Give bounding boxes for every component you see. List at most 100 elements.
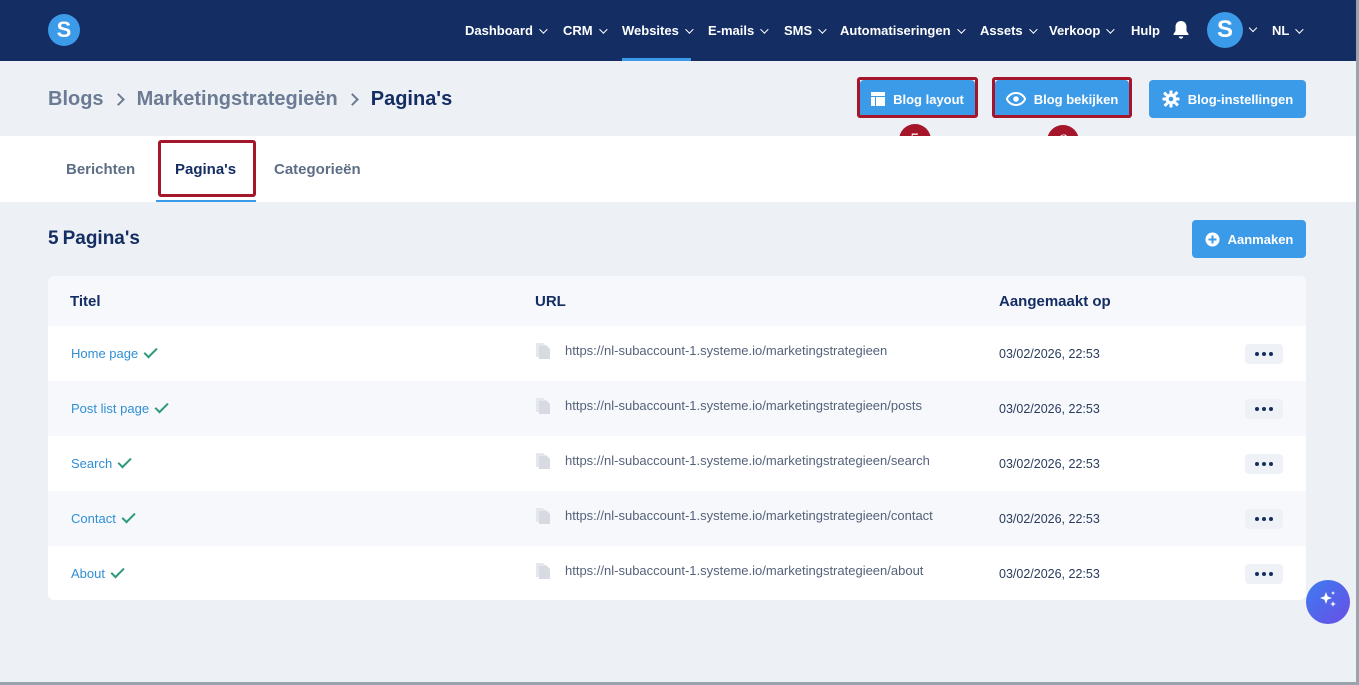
page-count-title: 5 Pagina's (48, 228, 140, 250)
page-count-label: Pagina's (62, 228, 140, 249)
copy-icon[interactable] (535, 397, 551, 415)
nav-item-crm[interactable]: CRM (563, 0, 608, 61)
blog-layout-button[interactable]: Blog layout (860, 80, 975, 118)
check-icon (143, 344, 158, 359)
page-title-link[interactable]: Home page (71, 346, 138, 361)
layout-icon (871, 92, 886, 106)
tab-posts[interactable]: Berichten (66, 136, 135, 202)
copy-icon[interactable] (535, 562, 551, 580)
nav-item-emails[interactable]: E-mails (708, 0, 769, 61)
chevron-down-icon (760, 24, 769, 34)
row-actions-button[interactable] (1245, 344, 1283, 364)
blog-settings-button[interactable]: Blog-instellingen (1149, 80, 1306, 118)
plus-circle-icon (1205, 232, 1220, 247)
create-label: Aanmaken (1227, 231, 1294, 247)
check-icon (121, 509, 136, 524)
column-header-url: URL (535, 292, 566, 310)
nav-item-assets[interactable]: Assets (980, 0, 1038, 61)
tab-categories[interactable]: Categorieën (274, 136, 361, 202)
column-header-title: Titel (70, 292, 101, 310)
chevron-right-icon (111, 93, 125, 106)
nav-item-sales[interactable]: Verkoop (1049, 0, 1115, 61)
nav-label: Dashboard (465, 23, 533, 38)
chevron-down-icon (598, 24, 608, 34)
active-tab-indicator (156, 200, 256, 202)
nav-label: Hulp (1131, 23, 1160, 38)
nav-item-dashboard[interactable]: Dashboard (465, 0, 548, 61)
bell-icon[interactable] (1172, 20, 1190, 40)
tab-bar: Berichten Pagina's Categorieën (0, 136, 1359, 202)
nav-item-help[interactable]: Hulp (1131, 0, 1160, 61)
chevron-down-icon (539, 24, 548, 34)
page-title-link[interactable]: About (71, 566, 105, 581)
row-actions-button[interactable] (1245, 509, 1283, 529)
page-url: https://nl-subaccount-1.systeme.io/marke… (565, 343, 888, 358)
chevron-down-icon (1028, 24, 1038, 34)
nav-label: Websites (622, 23, 679, 38)
create-button[interactable]: Aanmaken (1192, 220, 1306, 258)
column-header-created: Aangemaakt op (999, 292, 1111, 310)
copy-icon[interactable] (535, 452, 551, 470)
language-label: NL (1272, 23, 1290, 38)
page-title-link[interactable]: Post list page (71, 401, 149, 416)
page-title-link[interactable]: Contact (71, 511, 116, 526)
nav-item-sms[interactable]: SMS (784, 0, 827, 61)
table-row: About https://nl-subaccount-1.systeme.io… (48, 546, 1306, 600)
nav-label: SMS (784, 23, 813, 38)
sparkle-icon (1317, 589, 1339, 616)
breadcrumb: Blogs Marketingstrategieën Pagina's (48, 88, 452, 111)
chevron-down-icon (1295, 24, 1305, 34)
tab-pages[interactable]: Pagina's (175, 136, 236, 202)
pages-table: Titel URL Aangemaakt op Home page https:… (48, 276, 1306, 600)
page-count: 5 (48, 228, 59, 249)
copy-icon[interactable] (535, 507, 551, 525)
table-row: Home page https://nl-subaccount-1.system… (48, 326, 1306, 381)
nav-item-automations[interactable]: Automatiseringen (840, 0, 966, 61)
nav-label: E-mails (708, 23, 755, 38)
check-icon (154, 399, 169, 414)
table-row: Search https://nl-subaccount-1.systeme.i… (48, 436, 1306, 491)
blog-view-button[interactable]: Blog bekijken (995, 80, 1129, 118)
created-date: 03/02/2026, 22:53 (999, 456, 1100, 471)
created-date: 03/02/2026, 22:53 (999, 566, 1100, 581)
created-date: 03/02/2026, 22:53 (999, 401, 1100, 416)
page-title-link[interactable]: Search (71, 456, 112, 471)
avatar[interactable]: S (1207, 12, 1243, 48)
gear-icon (1162, 90, 1180, 108)
eye-icon (1005, 92, 1026, 106)
row-actions-button[interactable] (1245, 564, 1283, 584)
blog-settings-label: Blog-instellingen (1187, 91, 1294, 107)
ai-assistant-button[interactable] (1306, 580, 1350, 624)
nav-label: Verkoop (1049, 23, 1101, 38)
created-date: 03/02/2026, 22:53 (999, 346, 1100, 361)
page-url: https://nl-subaccount-1.systeme.io/marke… (565, 453, 930, 468)
row-actions-button[interactable] (1245, 454, 1283, 474)
chevron-right-icon (345, 93, 359, 106)
top-navbar: S Dashboard CRM Websites E-mails SMS Aut… (0, 0, 1359, 61)
nav-item-websites[interactable]: Websites (622, 0, 694, 61)
table-row: Post list page https://nl-subaccount-1.s… (48, 381, 1306, 436)
created-date: 03/02/2026, 22:53 (999, 511, 1100, 526)
row-actions-button[interactable] (1245, 399, 1283, 419)
blog-view-label: Blog bekijken (1033, 91, 1119, 107)
table-header (48, 276, 1306, 326)
check-icon (110, 564, 125, 579)
breadcrumb-blogs[interactable]: Blogs (48, 88, 104, 111)
language-selector[interactable]: NL (1272, 0, 1305, 61)
chevron-down-icon[interactable] (1248, 23, 1258, 33)
table-row: Contact https://nl-subaccount-1.systeme.… (48, 491, 1306, 546)
chevron-down-icon (685, 24, 694, 34)
nav-label: CRM (563, 23, 593, 38)
chevron-down-icon (1106, 24, 1115, 34)
chevron-down-icon (818, 24, 827, 34)
breadcrumb-blog[interactable]: Marketingstrategieën (137, 88, 338, 111)
page-url: https://nl-subaccount-1.systeme.io/marke… (565, 398, 922, 413)
blog-layout-label: Blog layout (893, 91, 964, 107)
page-url: https://nl-subaccount-1.systeme.io/marke… (565, 508, 933, 523)
breadcrumb-current: Pagina's (370, 88, 453, 110)
check-icon (117, 454, 132, 469)
chevron-down-icon (956, 24, 966, 34)
systeme-logo[interactable]: S (48, 14, 80, 46)
nav-label: Assets (980, 23, 1023, 38)
copy-icon[interactable] (535, 342, 551, 360)
